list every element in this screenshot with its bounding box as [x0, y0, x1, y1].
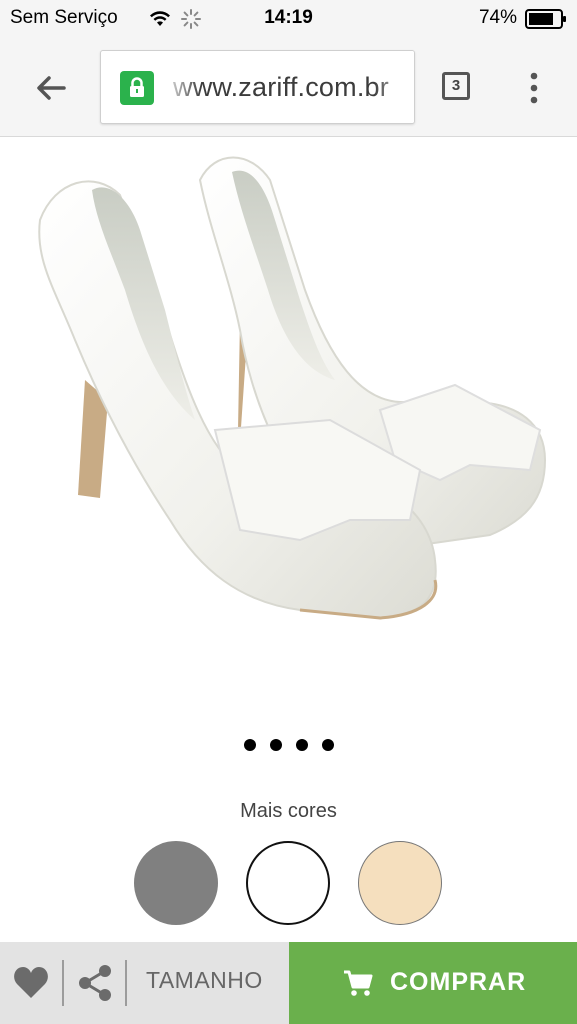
address-bar[interactable]: www.zariff.com.br [100, 50, 415, 124]
back-arrow-icon[interactable] [30, 68, 70, 108]
color-swatch-gray[interactable] [134, 841, 218, 925]
heart-icon[interactable] [12, 964, 50, 1002]
buy-button-label: COMPRAR [390, 968, 527, 996]
product-image-wedding-shoes[interactable] [0, 140, 577, 700]
lock-icon [120, 71, 154, 105]
carousel-dot[interactable] [269, 739, 282, 751]
divider [62, 960, 64, 1006]
more-colors-label: Mais cores [240, 800, 337, 822]
battery-percentage: 74% [478, 7, 517, 28]
size-button[interactable]: TAMANHO [146, 967, 263, 994]
color-swatch-beige[interactable] [358, 841, 442, 925]
image-carousel-dots [0, 738, 577, 756]
carousel-dot[interactable] [243, 739, 256, 751]
bottom-action-bar: TAMANHO COMPRAR [0, 942, 577, 1024]
overflow-menu-icon[interactable] [520, 70, 548, 106]
browser-toolbar: www.zariff.com.br 3 [0, 38, 577, 137]
battery-icon [525, 9, 566, 29]
carousel-dot[interactable] [321, 739, 334, 751]
url-text: www.zariff.com.br [173, 72, 389, 102]
cart-icon [344, 970, 373, 996]
tabs-count-button[interactable]: 3 [442, 72, 470, 100]
share-icon[interactable] [78, 964, 112, 1002]
buy-button[interactable]: COMPRAR [289, 942, 577, 1024]
color-swatch-white[interactable] [246, 841, 330, 925]
status-bar: Sem Serviço 14:19 74% [0, 0, 577, 38]
carousel-dot[interactable] [295, 739, 308, 751]
secondary-actions: TAMANHO [0, 942, 289, 1024]
divider [125, 960, 127, 1006]
